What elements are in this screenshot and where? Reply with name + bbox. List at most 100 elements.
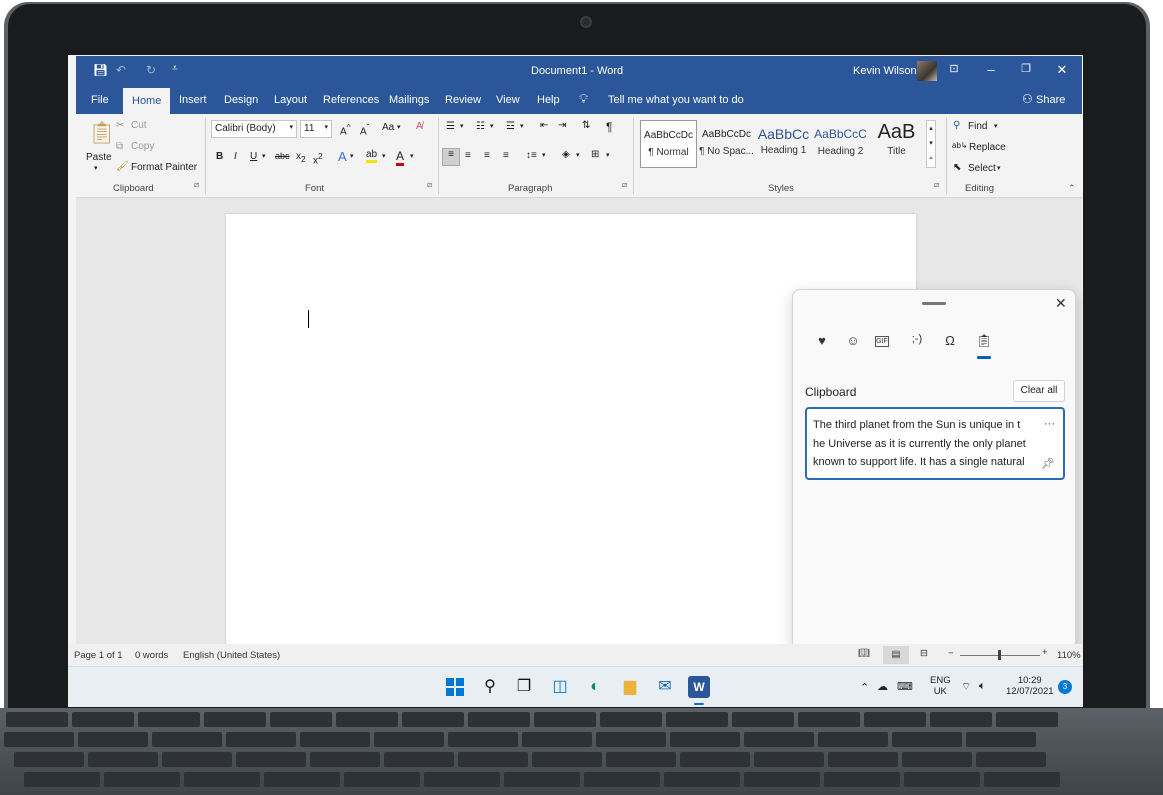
chevron-down-icon[interactable]: ▾ [397,123,401,131]
borders-icon[interactable]: ⊞ [591,149,599,160]
tab-help[interactable]: Help [537,94,560,106]
format-painter-icon[interactable]: 🖌︎ [116,161,129,172]
paste-dropdown-icon[interactable]: ▾ [94,164,98,172]
kaomoji-icon[interactable]: ;-) [907,333,927,345]
superscript-icon[interactable]: x2 [313,151,323,166]
save-icon[interactable]: 💾︎ [93,63,108,77]
clear-formatting-icon[interactable]: A̸ [416,121,423,132]
find-icon[interactable]: ⚲ [953,120,960,131]
input-language[interactable]: ENG UK [930,675,951,697]
close-icon[interactable]: ✕ [1052,62,1072,78]
print-layout-icon[interactable]: ▤ [883,646,909,664]
task-view-icon[interactable]: ❐ [513,676,535,698]
tab-layout[interactable]: Layout [274,94,307,106]
chevron-down-icon[interactable]: ▾ [490,122,494,130]
cut-icon[interactable]: ✂ [116,120,124,131]
web-layout-icon[interactable]: ⊟ [920,648,928,659]
onedrive-icon[interactable]: ☁ [877,680,888,693]
font-launcher-icon[interactable]: ⧄ [427,180,432,190]
tab-review[interactable]: Review [445,94,481,106]
tab-references[interactable]: References [323,94,379,106]
paragraph-launcher-icon[interactable]: ⧄ [622,180,627,190]
zoom-out-icon[interactable]: − [948,648,954,659]
bullets-icon[interactable]: ☰ [446,121,455,132]
emoji-icon[interactable]: ☺ [843,333,863,348]
clear-all-button[interactable]: Clear all [1013,380,1065,402]
file-explorer-icon[interactable]: ▆ [619,676,641,698]
bold-icon[interactable]: B [216,151,223,162]
edge-icon[interactable]: ◐ [584,676,606,698]
font-size-combo[interactable]: 11 ▾ [300,120,332,138]
font-color-icon[interactable]: A [396,149,405,166]
chevron-down-icon[interactable]: ▾ [994,122,998,130]
word-icon[interactable]: W [688,676,710,698]
chevron-down-icon[interactable]: ▾ [350,152,354,160]
close-icon[interactable]: ✕ [1055,295,1067,312]
tell-me-search[interactable]: Tell me what you want to do [608,94,744,106]
recent-icon[interactable]: ♥ [812,333,832,348]
tab-file[interactable]: File [91,94,109,106]
highlight-icon[interactable]: ab [366,149,378,163]
redo-icon[interactable]: ↻ [146,63,156,77]
font-name-combo[interactable]: Calibri (Body) ▾ [211,120,297,138]
notification-badge[interactable]: 3 [1058,680,1072,694]
align-left-icon[interactable]: ≡ [442,148,460,166]
pin-icon[interactable]: 📌︎ [1041,455,1055,474]
paste-button[interactable]: Paste [86,152,112,163]
volume-icon[interactable]: 🔈︎ [979,680,986,693]
grow-font-icon[interactable]: A^ [340,122,351,137]
cut-button[interactable]: Cut [131,120,147,131]
restore-icon[interactable]: ❐ [1016,62,1036,75]
read-mode-icon[interactable]: 📖︎ [858,648,870,659]
avatar[interactable] [917,61,937,81]
text-effects-icon[interactable]: A [338,149,347,164]
language-status[interactable]: English (United States) [183,650,280,661]
user-name[interactable]: Kevin Wilson [853,65,917,77]
more-options-icon[interactable]: ··· [1044,415,1055,434]
tab-insert[interactable]: Insert [179,94,207,106]
customize-qat-icon[interactable]: ⩡ [172,63,178,74]
replace-icon[interactable]: ab↳ [952,141,968,150]
keyboard-icon[interactable]: ⌨ [897,680,913,693]
copy-button[interactable]: Copy [131,141,154,152]
chevron-down-icon[interactable]: ▾ [576,151,580,159]
decrease-indent-icon[interactable]: ⇤ [540,120,548,131]
align-right-icon[interactable]: ≡ [484,150,490,161]
chevron-down-icon[interactable]: ▾ [262,152,266,160]
tab-design[interactable]: Design [224,94,258,106]
tab-home[interactable]: Home [123,88,171,114]
change-case-button[interactable]: Aa [382,122,394,133]
sort-icon[interactable]: ⇅ [582,120,590,131]
increase-indent-icon[interactable]: ⇥ [558,120,566,131]
justify-icon[interactable]: ≡ [503,150,509,161]
italic-icon[interactable]: I [234,151,237,162]
chevron-down-icon[interactable]: ▾ [520,122,524,130]
select-icon[interactable]: ⬉ [953,162,961,173]
shrink-font-icon[interactable]: Aˇ [360,122,369,137]
zoom-in-icon[interactable]: + [1042,647,1048,658]
show-hidden-icons[interactable]: ⌃ [860,681,869,694]
gif-icon[interactable]: GIF [875,336,889,347]
word-count[interactable]: 0 words [135,650,168,661]
collapse-ribbon-icon[interactable]: ⌃ [1068,183,1076,194]
clock[interactable]: 10:29 12/07/2021 [1006,675,1054,697]
copy-icon[interactable]: ⧉ [116,141,123,152]
subscript-icon[interactable]: x2 [296,151,306,164]
start-icon[interactable] [444,676,466,698]
show-formatting-icon[interactable]: ¶ [606,120,612,134]
wifi-icon[interactable]: ⌔ [961,680,971,694]
shading-icon[interactable]: ◈ [562,149,570,160]
chevron-down-icon[interactable]: ▾ [997,164,1001,172]
undo-icon[interactable]: ↶ [116,63,126,77]
symbols-icon[interactable]: Ω [940,333,960,348]
styles-launcher-icon[interactable]: ⧄ [934,180,939,190]
multilevel-list-icon[interactable]: ☲ [506,121,515,132]
style-normal[interactable]: AaBbCcDc ¶ Normal [640,120,697,168]
find-button[interactable]: Find [968,121,987,132]
line-spacing-icon[interactable]: ↕≡ [526,150,537,161]
select-button[interactable]: Select [968,163,996,174]
numbering-icon[interactable]: ☷ [476,121,485,132]
tab-view[interactable]: View [496,94,520,106]
clipboard-item[interactable]: The third planet from the Sun is unique … [805,407,1065,480]
tab-mailings[interactable]: Mailings [389,94,429,106]
